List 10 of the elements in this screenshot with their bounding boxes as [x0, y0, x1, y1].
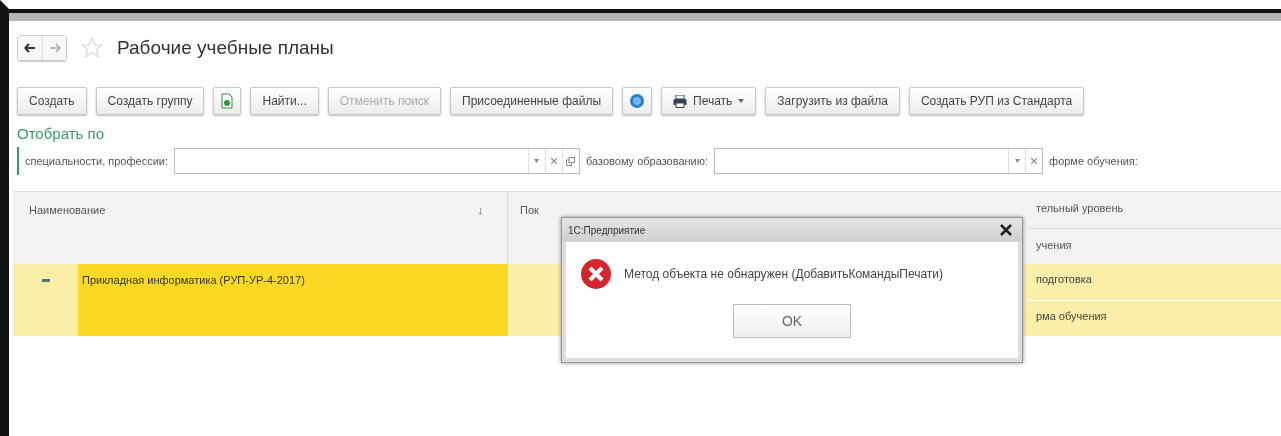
table-cell: подготовка	[1036, 273, 1092, 285]
filter-label: базовому образованию:	[586, 155, 709, 167]
error-message: Метод объекта не обнаружен (ДобавитьКомандыПечати)	[624, 267, 944, 281]
dialog-title: 1С:Предприятие	[568, 224, 646, 236]
window-title: Рабочие учебные планы	[117, 37, 334, 59]
filter-label: форме обучения:	[1049, 155, 1138, 167]
table-cell: рма обучения	[1036, 309, 1107, 322]
filter-label: специальности, профессии:	[25, 155, 168, 167]
table-cell: Прикладная информатика (РУП-УР-4-2017)	[82, 274, 305, 286]
filter-heading: Отобрать по	[17, 125, 105, 142]
